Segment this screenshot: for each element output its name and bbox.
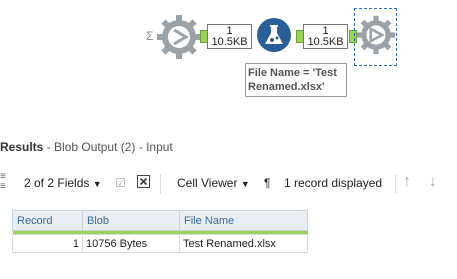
chevron-down-icon: ▼ (240, 179, 250, 189)
pilcrow-icon[interactable]: ¶ (264, 176, 270, 190)
blob-output-tool[interactable] (356, 15, 396, 55)
column-header-record[interactable]: Record (12, 210, 83, 231)
tool-annotation: File Name = 'Test Renamed.xlsx' (245, 63, 347, 97)
cell-viewer-label: Cell Viewer (177, 176, 238, 190)
results-title: Results (0, 140, 44, 154)
fields-label: 2 of 2 Fields (24, 176, 90, 190)
record-count-badge: 1 10.5KB (303, 24, 348, 49)
data-size: 10.5KB (307, 36, 344, 48)
cell-record[interactable]: 1 (12, 234, 83, 253)
cell-blob[interactable]: 10756 Bytes (82, 234, 180, 253)
arrow-up-icon[interactable]: ↑ (403, 173, 411, 191)
fields-dropdown[interactable]: 2 of 2 Fields ▼ (24, 176, 102, 190)
records-displayed: 1 record displayed (284, 176, 383, 190)
blob-input-tool[interactable] (156, 14, 202, 60)
clear-box-icon[interactable] (137, 175, 150, 191)
toolbar-divider (395, 174, 396, 194)
table-header-row: Record Blob File Name (12, 210, 308, 231)
column-header-blob[interactable]: Blob (82, 210, 180, 231)
column-header-file-name[interactable]: File Name (179, 210, 308, 231)
record-count-badge: 1 10.5KB (207, 24, 252, 49)
gear-icon (356, 15, 396, 55)
results-subtitle: - Blob Output (2) - Input (43, 140, 173, 154)
arrow-down-icon[interactable]: ↓ (429, 173, 437, 191)
menu-icon[interactable]: ≡ ≡ (0, 172, 6, 192)
cell-file-name[interactable]: Test Renamed.xlsx (179, 234, 308, 253)
sigma-icon: Σ (146, 29, 154, 43)
checkbox-icon[interactable]: ☑ (115, 176, 126, 190)
formula-flask-icon (257, 18, 291, 52)
toolbar-divider (160, 174, 161, 194)
formula-tool[interactable] (256, 17, 292, 53)
gear-icon (157, 15, 201, 59)
data-size: 10.5KB (211, 36, 248, 48)
results-header: Results - Blob Output (2) - Input (0, 140, 457, 162)
chevron-down-icon: ▼ (92, 179, 102, 189)
results-table: Record Blob File Name 1 10756 Bytes Test… (12, 210, 308, 253)
cell-viewer-dropdown[interactable]: Cell Viewer ▼ (177, 176, 250, 190)
workflow-canvas[interactable]: Σ 1 10.5KB 1 10.5KB File Name = 'Test Re… (0, 0, 457, 128)
results-pane: Results - Blob Output (2) - Input ≡ ≡ 2 o… (0, 128, 457, 279)
table-row[interactable]: 1 10756 Bytes Test Renamed.xlsx (12, 234, 308, 253)
